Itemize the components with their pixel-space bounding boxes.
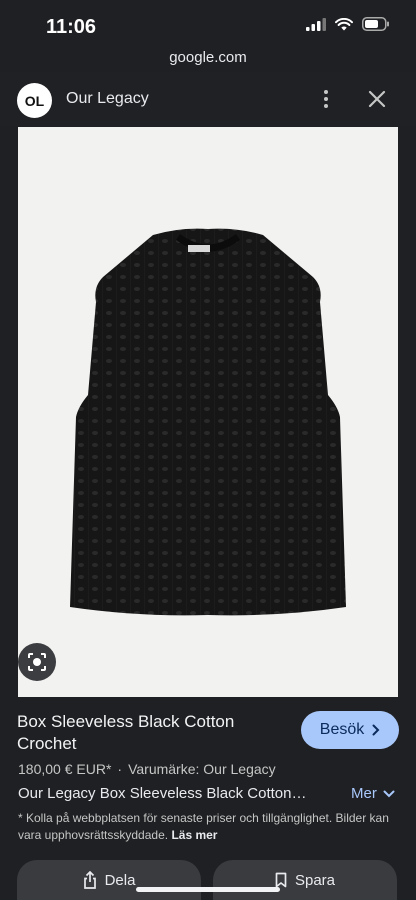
bookmark-icon xyxy=(275,872,287,888)
save-button[interactable]: Spara xyxy=(213,860,397,900)
separator: · xyxy=(117,761,123,777)
price-line: 180,00 € EUR* · Varumärke: Our Legacy xyxy=(18,761,276,777)
home-indicator[interactable] xyxy=(136,887,280,892)
product-description: Our Legacy Box Sleeveless Black Cotton… xyxy=(18,785,307,802)
signal-icon xyxy=(306,17,326,31)
chevron-right-icon xyxy=(372,724,380,736)
wifi-icon xyxy=(335,17,353,30)
more-button[interactable]: Mer xyxy=(351,785,395,802)
visit-button-label: Besök xyxy=(319,721,365,738)
product-title: Box Sleeveless Black Cotton Crochet xyxy=(17,712,235,753)
lens-icon xyxy=(28,653,46,671)
site-name[interactable]: Our Legacy xyxy=(66,90,149,108)
site-header xyxy=(0,72,416,126)
read-more-link[interactable]: Läs mer xyxy=(171,828,217,842)
more-label: Mer xyxy=(351,785,377,802)
save-label: Spara xyxy=(294,871,336,889)
visit-button[interactable]: Besök xyxy=(301,711,399,749)
brand: Varumärke: Our Legacy xyxy=(128,761,276,777)
share-label: Dela xyxy=(104,871,136,889)
share-icon xyxy=(83,871,96,889)
lens-button[interactable] xyxy=(18,643,56,681)
status-icons xyxy=(306,17,390,31)
site-avatar: OL xyxy=(17,83,52,118)
chevron-down-icon xyxy=(383,790,395,797)
share-button[interactable]: Dela xyxy=(17,860,201,900)
url-bar[interactable]: google.com xyxy=(0,44,416,72)
close-icon[interactable] xyxy=(366,88,388,110)
garment-illustration xyxy=(70,228,346,616)
disclaimer: * Kolla på webbplatsen för senaste prise… xyxy=(18,810,404,844)
price: 180,00 € EUR* xyxy=(18,761,112,777)
battery-icon xyxy=(362,17,389,31)
status-bar: 11:06 xyxy=(0,0,416,44)
more-vert-icon[interactable] xyxy=(316,88,336,110)
product-image[interactable] xyxy=(18,127,398,697)
status-time: 11:06 xyxy=(46,16,97,38)
